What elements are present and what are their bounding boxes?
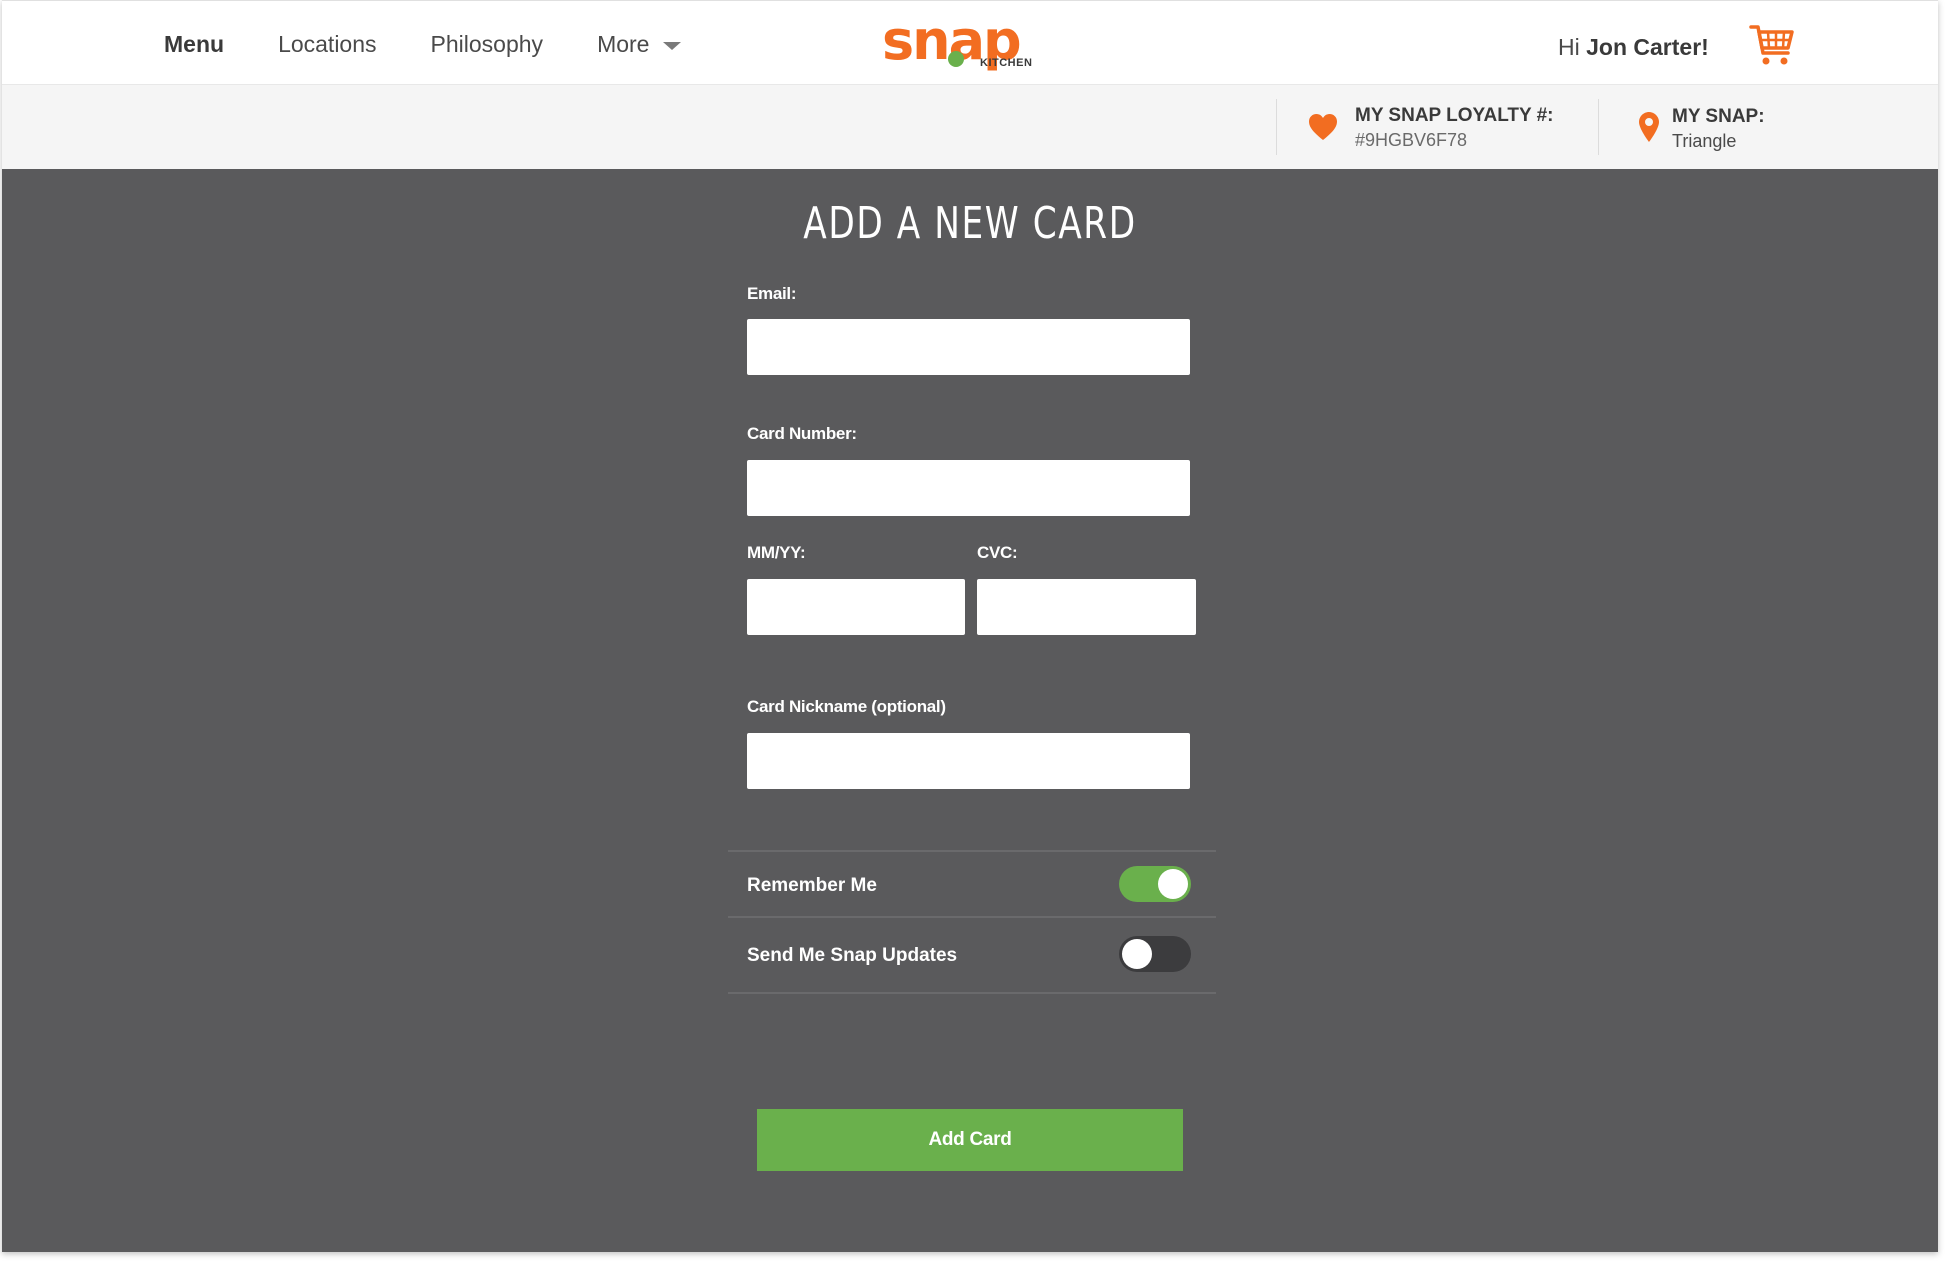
my-snap-title: MY SNAP: — [1672, 106, 1765, 127]
nickname-field[interactable] — [747, 733, 1190, 789]
divider — [728, 992, 1216, 994]
top-navigation-bar: Menu Locations Philosophy More snap KITC… — [2, 0, 1938, 85]
nav-item-locations[interactable]: Locations — [278, 31, 376, 58]
add-card-button[interactable]: Add Card — [757, 1109, 1183, 1171]
email-label: Email: — [747, 284, 797, 303]
user-name: Jon Carter! — [1586, 34, 1709, 60]
snap-updates-toggle[interactable] — [1119, 936, 1191, 972]
loyalty-title: MY SNAP LOYALTY #: — [1355, 105, 1554, 126]
snap-updates-label: Send Me Snap Updates — [747, 945, 958, 966]
shopping-cart-icon[interactable] — [1748, 21, 1796, 69]
main-nav: Menu Locations Philosophy More — [164, 31, 735, 58]
toggle-knob — [1158, 869, 1188, 899]
card-number-field[interactable] — [747, 460, 1190, 516]
expiry-field[interactable] — [747, 579, 965, 635]
divider — [1598, 99, 1599, 155]
divider — [728, 916, 1216, 918]
user-greeting[interactable]: Hi Jon Carter! — [1558, 34, 1709, 61]
cvc-label: CVC: — [977, 543, 1018, 562]
greeting-prefix: Hi — [1558, 34, 1587, 60]
account-info-bar: MY SNAP LOYALTY #: #9HGBV6F78 MY SNAP: T… — [2, 84, 1938, 169]
page-title: ADD A NEW CARD — [803, 198, 1137, 249]
logo-green-dot — [948, 51, 964, 67]
expiry-label: MM/YY: — [747, 543, 806, 562]
nav-item-label: Menu — [164, 31, 225, 57]
nav-item-label: Locations — [278, 31, 377, 57]
remember-me-label: Remember Me — [747, 875, 877, 896]
nav-item-menu[interactable]: Menu — [164, 31, 224, 58]
heart-icon — [1309, 114, 1337, 140]
my-snap-location[interactable]: Triangle — [1672, 131, 1736, 152]
map-pin-icon — [1639, 112, 1659, 142]
snap-kitchen-logo[interactable]: snap KITCHEN — [882, 9, 1042, 79]
card-number-label: Card Number: — [747, 424, 857, 443]
page-frame: Menu Locations Philosophy More snap KITC… — [2, 0, 1938, 1252]
remember-me-toggle[interactable] — [1119, 866, 1191, 902]
chevron-down-icon — [663, 41, 682, 50]
nav-item-philosophy[interactable]: Philosophy — [431, 31, 544, 58]
email-field[interactable] — [747, 319, 1190, 375]
loyalty-number: #9HGBV6F78 — [1355, 130, 1468, 150]
nav-item-more[interactable]: More — [597, 31, 682, 58]
cvc-field[interactable] — [977, 579, 1196, 635]
logo-subtext: KITCHEN — [980, 57, 1033, 69]
nav-item-label: Philosophy — [430, 31, 544, 57]
divider — [728, 850, 1216, 852]
toggle-knob — [1122, 939, 1152, 969]
nav-item-label: More — [597, 31, 650, 57]
nickname-label: Card Nickname (optional) — [747, 697, 946, 716]
divider — [1276, 99, 1277, 155]
